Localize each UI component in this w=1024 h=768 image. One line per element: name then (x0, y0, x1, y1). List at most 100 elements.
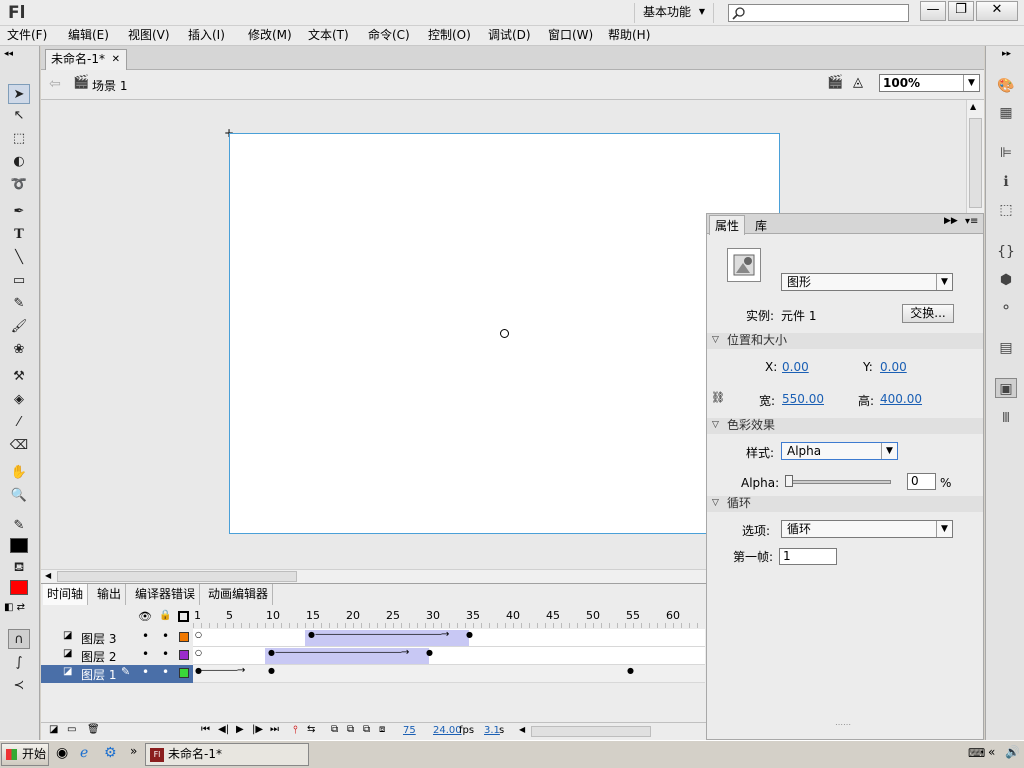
frame-ruler[interactable]: 1 5 10 15 20 25 30 35 40 45 50 55 60 (193, 608, 705, 628)
stage[interactable] (229, 133, 780, 534)
straighten-icon[interactable]: ≺ (8, 676, 30, 696)
zoom-select[interactable]: 100% ▼ (879, 74, 980, 92)
subselection-tool-icon[interactable]: ↖ (8, 106, 30, 126)
menu-window[interactable]: 窗口(W) (548, 28, 593, 42)
layer-name[interactable]: 图层 2 (81, 648, 116, 665)
tab-output[interactable]: 输出 (93, 584, 127, 605)
section-color-effect[interactable]: ▽ 色彩效果 (707, 418, 983, 434)
eyedropper-tool-icon[interactable]: ⁄ (8, 413, 30, 433)
center-frame-icon[interactable]: ⫯ (293, 723, 298, 737)
edit-scene-icon[interactable]: 🎬 (827, 75, 843, 90)
visible-dot-icon[interactable]: • (142, 665, 149, 679)
onion-skin-icon[interactable]: ⧉ (331, 724, 338, 735)
delete-layer-icon[interactable]: 🗑 (87, 724, 100, 735)
tab-timeline[interactable]: 时间轴 (43, 584, 89, 605)
menu-modify[interactable]: 修改(M) (248, 28, 292, 42)
fill-color-swatch[interactable] (10, 580, 28, 595)
outline-icon[interactable] (178, 611, 189, 622)
tab-compiler-errors[interactable]: 编译器错误 (131, 584, 201, 605)
color-panel-icon[interactable]: 🎨 (995, 76, 1017, 96)
edit-multiple-frames-icon[interactable]: ⧉ (363, 724, 370, 735)
scrollbar-thumb[interactable] (969, 118, 982, 208)
frame-row[interactable]: ○ ● ● ——————————————→ (193, 647, 705, 665)
scroll-left-icon[interactable]: ◀ (45, 571, 51, 580)
tray-expand-icon[interactable]: « (988, 745, 995, 759)
layer-row[interactable]: ◪ 图层 3 • • (41, 629, 193, 647)
eraser-tool-icon[interactable]: ⌫ (8, 436, 30, 456)
resize-grip-icon[interactable]: ⋯⋯ (835, 720, 851, 729)
color-style-select[interactable]: Alpha ▼ (781, 442, 898, 460)
scroll-left-icon[interactable]: ◀ (519, 725, 525, 734)
x-value[interactable]: 0.00 (782, 360, 809, 374)
menu-control[interactable]: 控制(O) (428, 28, 471, 42)
stroke-color-swatch[interactable] (10, 538, 28, 553)
symbol-type-select[interactable]: 图形 ▼ (781, 273, 953, 291)
height-value[interactable]: 400.00 (880, 392, 922, 406)
panel-menu-icon[interactable]: ▾≡ (965, 216, 978, 227)
layer-row-selected[interactable]: ◪ 图层 1 ✎ • • (41, 665, 193, 683)
slider-thumb[interactable] (785, 475, 793, 487)
onion-outline-icon[interactable]: ⧉ (347, 724, 354, 735)
info-panel-icon[interactable]: ℹ (995, 172, 1017, 192)
document-tab[interactable]: 未命名-1* ✕ (45, 49, 127, 70)
brush-tool-icon[interactable]: 🖌 (8, 317, 30, 337)
pen-tool-icon[interactable]: ✒ (8, 202, 30, 222)
lasso-tool-icon[interactable]: ➰ (8, 175, 30, 195)
y-value[interactable]: 0.00 (880, 360, 907, 374)
text-tool-icon[interactable]: T (8, 225, 30, 245)
swap-colors-icon[interactable]: ◧ ⇄ (4, 602, 25, 613)
layer-color-swatch[interactable] (179, 650, 189, 660)
close-tab-icon[interactable]: ✕ (112, 50, 120, 69)
onion-markers-icon[interactable]: ⧈ (379, 724, 385, 735)
step-forward-icon[interactable]: |▶ (252, 724, 263, 735)
taskbar-task-button[interactable]: Fl 未命名-1* (145, 743, 309, 766)
zoom-tool-icon[interactable]: 🔍 (8, 486, 30, 506)
close-button[interactable]: ✕ (976, 1, 1018, 21)
deco-tool-icon[interactable]: ❀ (8, 340, 30, 360)
menu-insert[interactable]: 插入(I) (188, 28, 225, 42)
expand-panel-icon[interactable]: ▶▶ (944, 216, 958, 226)
actions-panel-icon[interactable]: {} (995, 242, 1017, 262)
hand-tool-icon[interactable]: ✋ (8, 463, 30, 483)
library-panel-icon[interactable]: 𝍫 (995, 408, 1017, 428)
layer-name[interactable]: 图层 1 (81, 666, 116, 683)
scene-breadcrumb[interactable]: 场景 1 (92, 77, 127, 94)
first-frame-input[interactable]: 1 (779, 548, 837, 565)
visible-dot-icon[interactable]: • (142, 647, 149, 661)
minimize-button[interactable]: — (920, 1, 946, 21)
tab-library[interactable]: 库 (751, 216, 771, 235)
swap-button[interactable]: 交换... (902, 304, 954, 323)
transform-panel-icon[interactable]: ⬚ (995, 200, 1017, 220)
play-icon[interactable]: ▶ (236, 724, 244, 735)
paint-bucket-tool-icon[interactable]: ◈ (8, 390, 30, 410)
help-search-input[interactable] (728, 4, 909, 22)
menu-text[interactable]: 文本(T) (308, 28, 349, 42)
ie-icon[interactable]: ℯ (80, 745, 88, 761)
motion-presets-icon[interactable]: ⚬ (995, 298, 1017, 318)
elapsed-time[interactable]: 3.1 (484, 725, 500, 736)
menu-commands[interactable]: 命令(C) (368, 28, 410, 42)
loop-option-select[interactable]: 循环 ▼ (781, 520, 953, 538)
collapse-icon[interactable]: ▸▸ (1002, 49, 1011, 59)
lock-dot-icon[interactable]: • (162, 647, 169, 661)
layer-name[interactable]: 图层 3 (81, 630, 116, 647)
first-frame-icon[interactable]: ⏮ (201, 724, 210, 735)
frame-rate[interactable]: 24.00 (433, 725, 462, 736)
more-icon[interactable]: » (130, 744, 137, 758)
current-frame[interactable]: 75 (403, 725, 416, 736)
chrome-icon[interactable]: ◉ (56, 745, 68, 761)
menu-view[interactable]: 视图(V) (128, 28, 170, 42)
menu-help[interactable]: 帮助(H) (608, 28, 650, 42)
project-panel-icon[interactable]: ▤ (995, 338, 1017, 358)
frame-row[interactable]: ○ ● ● ——————————————→ (193, 629, 705, 647)
section-position-size[interactable]: ▽ 位置和大小 (707, 333, 983, 349)
layer-color-swatch[interactable] (179, 632, 189, 642)
lock-dot-icon[interactable]: • (162, 629, 169, 643)
rectangle-tool-icon[interactable]: ▭ (8, 271, 30, 291)
frame-row[interactable]: ● ————→ ● ● (193, 665, 705, 683)
new-layer-icon[interactable]: ◪ (49, 724, 58, 735)
align-panel-icon[interactable]: ⊫ (995, 143, 1017, 163)
swatches-panel-icon[interactable]: ▦ (995, 103, 1017, 123)
loop-icon[interactable]: ⇆ (307, 724, 315, 735)
width-value[interactable]: 550.00 (782, 392, 824, 406)
